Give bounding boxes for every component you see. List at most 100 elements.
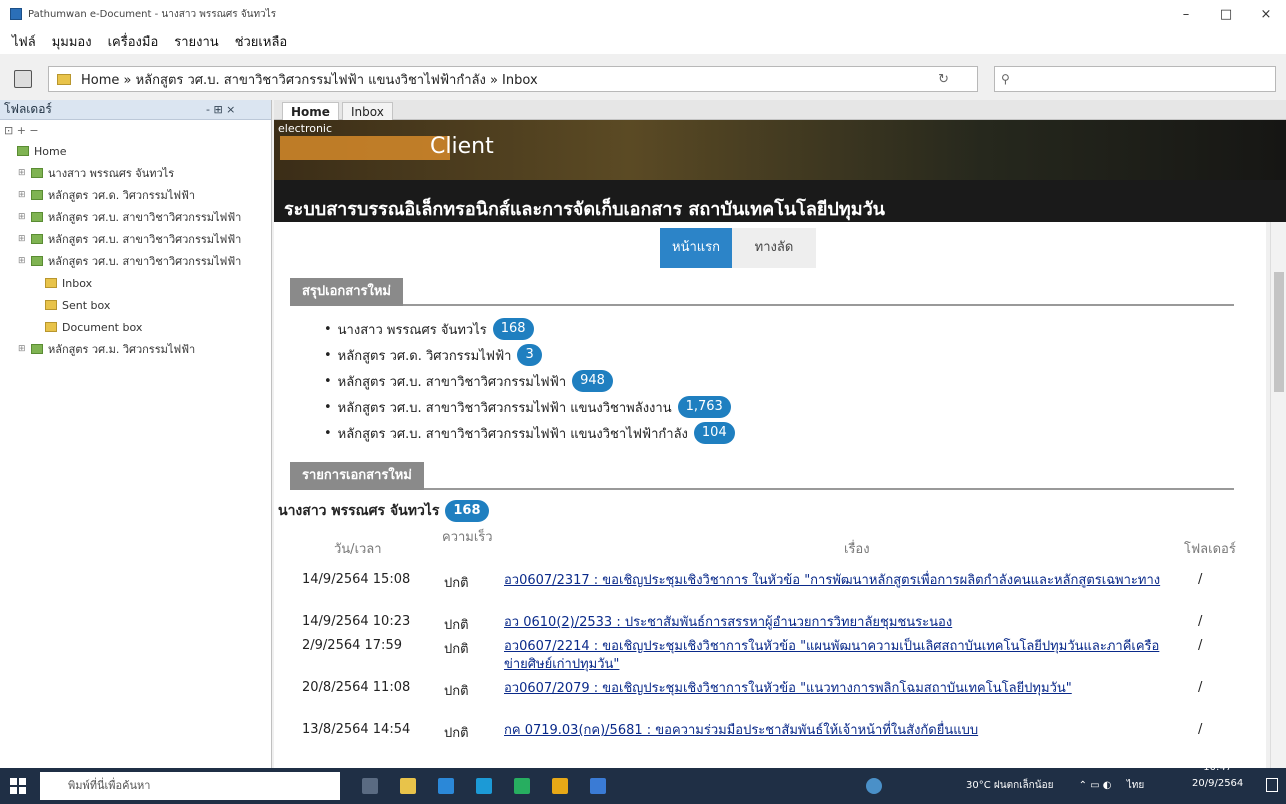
summary-item[interactable]: • หลักสูตร วศ.บ. สาขาวิชาวิศวกรรมไฟฟ้า แ… (324, 394, 735, 420)
folder-tree-item[interactable]: ⊞ หลักสูตร วศ.ด. วิศวกรรมไฟฟ้า (0, 184, 271, 206)
folder-tree-item[interactable]: Inbox (0, 272, 271, 294)
row-date: 13/8/2564 14:54 (302, 722, 411, 737)
expand-icon[interactable]: ⊞ (18, 344, 28, 354)
clock-time: 10:47 (1203, 762, 1233, 773)
summary-item[interactable]: • นางสาว พรรณศร จันทวไร 168 (324, 316, 735, 342)
close-button[interactable]: × (1246, 0, 1286, 28)
expand-icon[interactable]: ⊞ (18, 168, 28, 178)
edocument-taskbar-icon[interactable] (590, 778, 606, 794)
menu-help[interactable]: ช่วยเหลือ (235, 31, 288, 52)
menu-view[interactable]: มุมมอง (52, 31, 92, 52)
folder-icon (45, 278, 57, 288)
folder-icon (31, 212, 43, 222)
expand-icon[interactable]: ⊞ (18, 190, 28, 200)
clock-date: 20/9/2564 (1192, 778, 1244, 789)
vertical-scrollbar[interactable] (1270, 222, 1286, 768)
nav-shortcut-button[interactable]: ทางลัด (732, 228, 816, 268)
edge-icon[interactable] (438, 778, 454, 794)
row-speed: ปกติ (444, 726, 469, 741)
expand-icon[interactable]: ⊞ (18, 256, 28, 266)
summary-item[interactable]: • หลักสูตร วศ.ด. วิศวกรรมไฟฟ้า 3 (324, 342, 735, 368)
panel-controls[interactable]: - ⊞ × (206, 103, 235, 116)
folder-tree-item[interactable]: ⊞ หลักสูตร วศ.บ. สาขาวิชาวิศวกรรมไฟฟ้า (0, 228, 271, 250)
count-badge: 1,763 (677, 396, 731, 418)
count-badge: 168 (445, 500, 489, 522)
tab-inbox[interactable]: Inbox (342, 102, 393, 120)
folder-icon (31, 234, 43, 244)
folder-tree-item[interactable]: ⊞ หลักสูตร วศ.ม. วิศวกรรมไฟฟ้า (0, 338, 271, 360)
summary-item-label: หลักสูตร วศ.ด. วิศวกรรมไฟฟ้า (337, 348, 512, 364)
row-date: 14/9/2564 10:23 (302, 614, 411, 629)
row-speed: ปกติ (444, 642, 469, 657)
menu-bar: ไฟล์ มุมมอง เครื่องมือ รายงาน ช่วยเหลือ (0, 28, 1286, 54)
count-badge: 3 (517, 344, 542, 366)
maximize-button[interactable]: □ (1206, 0, 1246, 28)
folder-icon (31, 190, 43, 200)
row-subject-link[interactable]: อว0607/2079 : ขอเชิญประชุมเชิงวิชาการในห… (504, 680, 1164, 698)
folder-panel-header: โฟลเดอร์ - ⊞ × (0, 100, 271, 120)
network-icon[interactable] (866, 778, 882, 794)
tab-bar: Home Inbox (274, 100, 1286, 120)
refresh-icon[interactable]: ↻ (938, 72, 949, 87)
folder-icon (57, 73, 71, 85)
row-subject-link[interactable]: กค 0719.03(กค)/5681 : ขอความร่วมมือประชา… (504, 722, 1164, 740)
clock[interactable]: 10:47 20/9/2564 (1192, 760, 1243, 792)
notification-icon[interactable] (1266, 778, 1278, 792)
expand-icon[interactable]: ⊞ (18, 212, 28, 222)
row-speed: ปกติ (444, 684, 469, 699)
row-folder: / (1198, 722, 1203, 737)
doclist-user: นางสาว พรรณศร จันทวไร 168 (278, 500, 489, 522)
row-subject-link[interactable]: อว 0610(2)/2533 : ประชาสัมพันธ์การสรรหาผ… (504, 614, 1164, 632)
taskbar-search-input[interactable]: พิมพ์ที่นี่เพื่อค้นหา (40, 772, 340, 800)
folder-tree-item[interactable]: ⊞ หลักสูตร วศ.บ. สาขาวิชาวิศวกรรมไฟฟ้า (0, 206, 271, 228)
folder-tree-label: Document box (62, 320, 143, 334)
line-icon[interactable] (514, 778, 530, 794)
folder-tree-item[interactable]: ⊞ นางสาว พรรณศร จันทวไร (0, 162, 271, 184)
tab-home[interactable]: Home (282, 102, 339, 120)
title-bar: Pathumwan e-Document - นางสาว พรรณศร จัน… (0, 0, 1286, 28)
minimize-button[interactable]: – (1166, 0, 1206, 28)
address-field[interactable]: Home » หลักสูตร วศ.บ. สาขาวิชาวิศวกรรมไฟ… (48, 66, 978, 92)
banner: electronic Client ระบบสารบรรณอิเล็กทรอนิ… (274, 120, 1286, 222)
language-indicator[interactable]: ไทย (1127, 780, 1144, 791)
summary-list: • นางสาว พรรณศร จันทวไร 168 • หลักสูตร ว… (324, 316, 735, 446)
folder-icon (31, 344, 43, 354)
bullet: • (324, 425, 332, 441)
menu-tools[interactable]: เครื่องมือ (108, 31, 159, 52)
row-subject-link[interactable]: อว0607/2317 : ขอเชิญประชุมเชิงวิชาการ ใน… (504, 572, 1164, 590)
search-icon: ⚲ (1001, 72, 1010, 86)
weather-text[interactable]: 30°C ฝนตกเล็กน้อย (966, 780, 1053, 791)
scrollbar-thumb[interactable] (1274, 272, 1284, 392)
summary-item-label: หลักสูตร วศ.บ. สาขาวิชาวิศวกรรมไฟฟ้า (337, 374, 567, 390)
header-subject: เรื่อง (844, 542, 870, 557)
task-view-icon[interactable] (362, 778, 378, 794)
file-explorer-icon[interactable] (400, 778, 416, 794)
menu-file[interactable]: ไฟล์ (12, 31, 36, 52)
doclist-section-header: รายการเอกสารใหม่ (290, 462, 1234, 490)
folder-tree-item[interactable]: Sent box (0, 294, 271, 316)
tray-icons[interactable]: ⌃ ▭ ◐ (1079, 780, 1112, 791)
expand-icon[interactable]: ⊞ (18, 234, 28, 244)
summary-item[interactable]: • หลักสูตร วศ.บ. สาขาวิชาวิศวกรรมไฟฟ้า 9… (324, 368, 735, 394)
folder-tree-item[interactable]: Document box (0, 316, 271, 338)
folder-tree-label: หลักสูตร วศ.บ. สาขาวิชาวิศวกรรมไฟฟ้า (48, 233, 242, 246)
print-icon[interactable] (14, 70, 32, 88)
chrome-icon[interactable] (552, 778, 568, 794)
summary-item[interactable]: • หลักสูตร วศ.บ. สาขาวิชาวิศวกรรมไฟฟ้า แ… (324, 420, 735, 446)
header-date: วัน/เวลา (334, 542, 382, 557)
folder-tree-item[interactable]: ⊞ หลักสูตร วศ.บ. สาขาวิชาวิศวกรรมไฟฟ้า (0, 250, 271, 272)
windows-start-icon[interactable] (10, 778, 26, 794)
folder-tree-label: หลักสูตร วศ.ม. วิศวกรรมไฟฟ้า (48, 343, 196, 356)
nav-home-button[interactable]: หน้าแรก (660, 228, 732, 268)
row-subject-link[interactable]: อว0607/2214 : ขอเชิญประชุมเชิงวิชาการในห… (504, 638, 1164, 674)
window-title: Pathumwan e-Document - นางสาว พรรณศร จัน… (28, 8, 277, 20)
address-bar: Home » หลักสูตร วศ.บ. สาขาวิชาวิศวกรรมไฟ… (0, 58, 1286, 98)
folder-tree-item[interactable]: Home (0, 140, 271, 162)
search-input[interactable]: ⚲ (994, 66, 1276, 92)
row-date: 14/9/2564 15:08 (302, 572, 411, 587)
menu-report[interactable]: รายงาน (174, 31, 218, 52)
folder-icon (45, 322, 57, 332)
summary-item-label: หลักสูตร วศ.บ. สาขาวิชาวิศวกรรมไฟฟ้า แขน… (337, 400, 672, 416)
folder-toolbar[interactable]: ⊡ + − (0, 120, 271, 140)
store-icon[interactable] (476, 778, 492, 794)
